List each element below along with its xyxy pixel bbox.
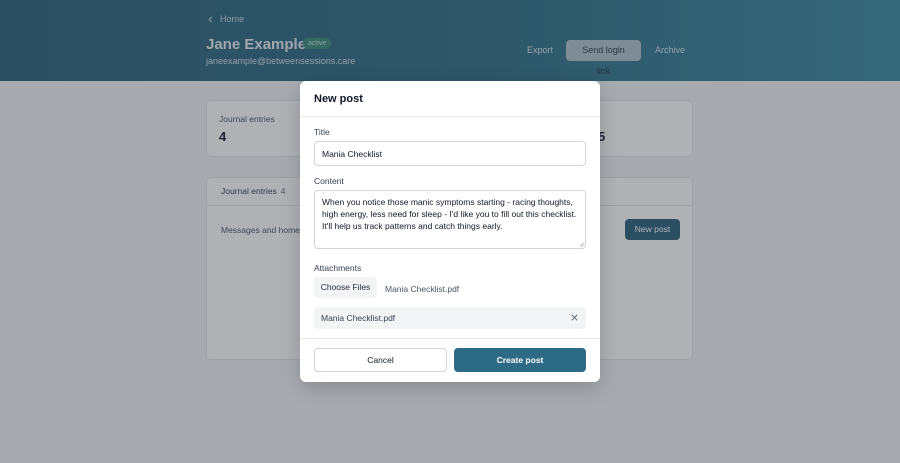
divider	[300, 116, 600, 117]
content-textarea[interactable]: When you notice those manic symptoms sta…	[314, 190, 586, 249]
chosen-file-name: Mania Checklist.pdf	[385, 284, 460, 294]
content-label: Content	[314, 176, 344, 186]
attachment-name: Mania Checklist.pdf	[321, 313, 396, 323]
cancel-button[interactable]: Cancel	[314, 348, 447, 372]
title-label: Title	[314, 127, 330, 137]
attachment-item: Mania Checklist.pdf	[314, 307, 586, 329]
divider	[300, 338, 600, 339]
title-input[interactable]	[314, 141, 586, 166]
attachments-label: Attachments	[314, 263, 362, 273]
resize-grip-icon[interactable]	[579, 242, 584, 247]
close-icon[interactable]	[570, 313, 579, 322]
new-post-dialog: New post Title Content When you notice t…	[300, 81, 600, 382]
create-post-button[interactable]: Create post	[454, 348, 586, 372]
choose-files-button[interactable]: Choose Files	[314, 277, 377, 298]
dialog-title: New post	[314, 93, 363, 105]
